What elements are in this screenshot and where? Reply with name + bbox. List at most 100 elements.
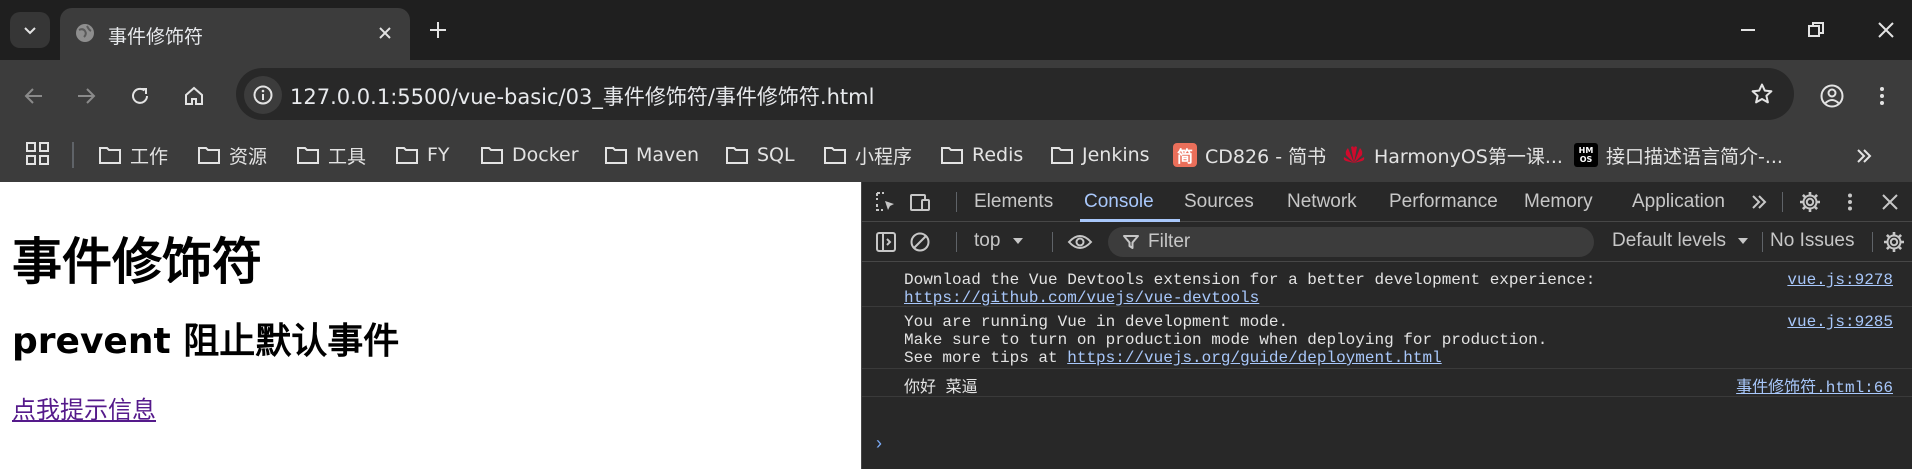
console-message: Download the Vue Devtools extension for … xyxy=(862,263,1912,307)
bookmark-star-button[interactable] xyxy=(1746,78,1778,110)
inspect-element-button[interactable] xyxy=(872,188,900,216)
bookmark-folder[interactable]: FY xyxy=(395,137,450,173)
console-message: 你好 菜逼 事件修饰符.html:66 xyxy=(862,369,1912,397)
console-link[interactable]: https://github.com/vuejs/vue-devtools xyxy=(904,289,1259,307)
caret-down-icon xyxy=(1738,238,1749,244)
close-window-button[interactable] xyxy=(1866,10,1906,50)
devtools-menu-button[interactable] xyxy=(1836,188,1864,216)
bookmark-link[interactable]: HM OS 接口描述语言简介-... xyxy=(1574,137,1783,173)
close-devtools-button[interactable] xyxy=(1876,188,1904,216)
globe-icon xyxy=(76,24,94,42)
bookmark-folder[interactable]: 小程序 xyxy=(823,137,912,173)
arrow-left-icon xyxy=(24,88,42,104)
bookmarks-divider xyxy=(72,142,74,168)
tab-console[interactable]: Console xyxy=(1084,182,1154,222)
divider xyxy=(1762,232,1763,252)
apps-grid-icon[interactable] xyxy=(24,140,52,168)
page-subheading: prevent 阻止默认事件 xyxy=(12,321,400,362)
minimize-button[interactable] xyxy=(1728,10,1768,50)
active-tab[interactable]: 事件修饰符 xyxy=(60,8,410,60)
console-link[interactable]: https://vuejs.org/guide/deployment.html xyxy=(1067,349,1441,367)
source-link[interactable]: 事件修饰符.html:66 xyxy=(1736,373,1893,397)
close-icon xyxy=(1878,22,1894,38)
clear-console-button[interactable] xyxy=(906,228,934,256)
tab-network[interactable]: Network xyxy=(1287,182,1357,222)
tab-performance[interactable]: Performance xyxy=(1389,182,1498,222)
issues-counter[interactable]: No Issues xyxy=(1770,230,1854,252)
back-button[interactable] xyxy=(14,76,54,116)
reload-button[interactable] xyxy=(120,76,160,116)
gear-icon xyxy=(1884,232,1904,252)
folder-icon xyxy=(395,143,419,167)
new-tab-button[interactable] xyxy=(422,14,454,46)
block-icon xyxy=(910,232,930,252)
forward-button[interactable] xyxy=(66,76,106,116)
bookmark-folder[interactable]: Docker xyxy=(480,137,579,173)
divider xyxy=(956,192,957,212)
bookmark-folder[interactable]: Maven xyxy=(604,137,699,173)
page-viewport: 事件修饰符 prevent 阻止默认事件 点我提示信息 xyxy=(0,182,861,469)
minimize-icon xyxy=(1741,29,1755,31)
site-info-button[interactable] xyxy=(244,76,282,114)
bookmarks-overflow-button[interactable] xyxy=(1850,142,1878,170)
source-link[interactable]: vue.js:9278 xyxy=(1787,271,1893,289)
console-prompt[interactable]: › xyxy=(876,433,882,454)
log-levels-select[interactable]: Default levels xyxy=(1612,230,1749,252)
bookmark-folder[interactable]: Redis xyxy=(940,137,1023,173)
source-link[interactable]: vue.js:9285 xyxy=(1787,313,1893,331)
huawei-icon xyxy=(1342,143,1366,167)
tab-elements[interactable]: Elements xyxy=(974,182,1053,222)
bookmark-folder[interactable]: SQL xyxy=(725,137,795,173)
devtools-settings-button[interactable] xyxy=(1796,188,1824,216)
bookmark-folder[interactable]: 工具 xyxy=(296,137,366,173)
divider xyxy=(1872,232,1873,252)
more-vertical-icon xyxy=(1848,193,1852,211)
folder-icon xyxy=(296,143,320,167)
inspect-icon xyxy=(876,192,894,211)
home-icon xyxy=(185,86,203,105)
bookmark-link[interactable]: 简 CD826 - 简书 xyxy=(1173,137,1326,173)
tab-memory[interactable]: Memory xyxy=(1524,182,1593,222)
arrow-right-icon xyxy=(78,88,96,104)
tab-search-button[interactable] xyxy=(10,12,50,48)
divider xyxy=(1782,192,1783,212)
close-icon xyxy=(1882,194,1898,210)
url-text[interactable]: 127.0.0.1:5500/vue-basic/03_事件修饰符/事件修饰符.… xyxy=(290,81,874,111)
folder-icon xyxy=(98,143,122,167)
browser-menu-button[interactable] xyxy=(1862,76,1902,116)
caret-down-icon xyxy=(1012,238,1023,244)
browser-toolbar: 127.0.0.1:5500/vue-basic/03_事件修饰符/事件修饰符.… xyxy=(0,60,1912,130)
sidebar-toggle-button[interactable] xyxy=(872,228,900,256)
restore-icon xyxy=(1808,22,1824,37)
console-filter-input[interactable]: Filter xyxy=(1108,227,1594,257)
folder-icon xyxy=(604,143,628,167)
tab-close-button[interactable] xyxy=(372,20,398,46)
context-select[interactable]: top xyxy=(974,230,1024,252)
bookmark-folder[interactable]: 工作 xyxy=(98,137,168,173)
console-settings-button[interactable] xyxy=(1880,228,1908,256)
tab-title: 事件修饰符 xyxy=(108,26,204,48)
plus-icon xyxy=(430,22,446,38)
home-button[interactable] xyxy=(174,76,214,116)
bookmark-folder[interactable]: Jenkins xyxy=(1050,137,1150,173)
filter-icon xyxy=(1123,235,1139,249)
eye-icon xyxy=(1067,235,1093,249)
tab-application[interactable]: Application xyxy=(1632,182,1725,222)
page-heading: 事件修饰符 xyxy=(12,233,262,291)
profile-button[interactable] xyxy=(1812,76,1852,116)
info-link[interactable]: 点我提示信息 xyxy=(12,390,156,425)
more-tabs-button[interactable] xyxy=(1745,188,1773,216)
console-messages: Download the Vue Devtools extension for … xyxy=(862,263,1912,469)
devtools-tab-bar: Elements Console Sources Network Perform… xyxy=(862,182,1912,222)
console-message: You are running Vue in development mode.… xyxy=(862,307,1912,369)
tab-sources[interactable]: Sources xyxy=(1184,182,1254,222)
restore-button[interactable] xyxy=(1796,10,1836,50)
folder-icon xyxy=(725,143,749,167)
bookmark-link[interactable]: HarmonyOS第一课... xyxy=(1342,137,1563,173)
live-expression-button[interactable] xyxy=(1066,228,1094,256)
device-toolbar-button[interactable] xyxy=(906,188,934,216)
bookmark-folder[interactable]: 资源 xyxy=(197,137,267,173)
address-bar[interactable]: 127.0.0.1:5500/vue-basic/03_事件修饰符/事件修饰符.… xyxy=(236,68,1794,120)
bookmarks-bar: 工作 资源 工具 FY Docker Maven SQL 小程序 Redis J… xyxy=(0,130,1912,182)
device-icon xyxy=(910,194,930,211)
